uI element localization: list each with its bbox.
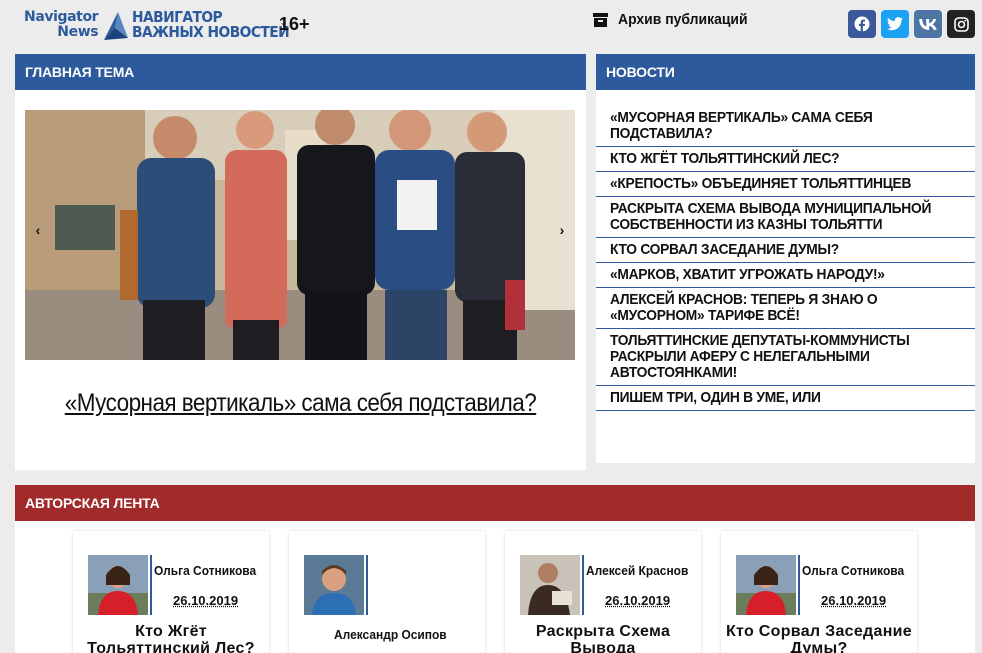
avatar-divider [150,555,152,615]
post-title: Кто Сорвал Заседание Думы? [725,623,912,653]
news-item[interactable]: КТО ЖГЁТ ТОЛЬЯТТИНСКИЙ ЛЕС? [596,147,975,172]
archive-label: Архив публикаций [618,11,748,28]
logo-en-line1: Navigator [24,9,99,25]
news-item-label: «МАРКОВ, ХВАТИТ УГРОЖАТЬ НАРОДУ!» [610,266,885,283]
news-item[interactable]: ПИШЕМ ТРИ, ОДИН В УМЕ, ИЛИ [596,386,975,411]
featured-photo [25,110,575,360]
news-item[interactable]: «МАРКОВ, ХВАТИТ УГРОЖАТЬ НАРОДУ!» [596,263,975,288]
author-card[interactable]: Алексей Краснов 26.10.2019 Раскрыта Схем… [505,531,701,653]
author-avatar [736,555,796,615]
avatar-divider [582,555,584,615]
news-item-label: РАСКРЫТА СХЕМА ВЫВОДА МУНИЦИПАЛЬНОЙ СОБС… [610,200,932,233]
avatar-divider [798,555,800,615]
news-item-label: «КРЕПОСТЬ» ОБЪЕДИНЯЕТ ТОЛЬЯТТИНЦЕВ [610,175,912,192]
instagram-icon[interactable] [947,10,975,38]
facebook-icon[interactable] [848,10,876,38]
main-topic-title-link[interactable]: «Мусорная вертикаль» сама себя подставил… [44,389,558,418]
site-header: Navigator News НАВИГАТОР ВАЖНЫХ НОВОСТЕЙ… [0,0,982,50]
main-topic-heading: ГЛАВНАЯ ТЕМА [15,54,586,90]
main-topic-panel: ГЛАВНАЯ ТЕМА ‹ › «Мусорная вертикаль» са… [15,54,586,470]
news-item-label: КТО СОРВАЛ ЗАСЕДАНИЕ ДУМЫ? [610,241,839,258]
author-avatar [88,555,148,615]
news-item[interactable]: КТО СОРВАЛ ЗАСЕДАНИЕ ДУМЫ? [596,238,975,263]
news-list: «МУСОРНАЯ ВЕРТИКАЛЬ» САМА СЕБЯ ПОДСТАВИЛ… [596,106,975,411]
logo-ru-line2: ВАЖНЫХ НОВОСТЕЙ [132,23,290,41]
vk-icon[interactable] [914,10,942,38]
post-date: 26.10.2019 [173,593,239,608]
news-item[interactable]: РАСКРЫТА СХЕМА ВЫВОДА МУНИЦИПАЛЬНОЙ СОБС… [596,197,975,238]
author-avatar [520,555,580,615]
compass-icon [104,12,129,40]
author-name: Ольга Сотникова [154,563,257,578]
logo-en-line2: News [57,24,99,40]
news-item[interactable]: «МУСОРНАЯ ВЕРТИКАЛЬ» САМА СЕБЯ ПОДСТАВИЛ… [596,106,975,147]
news-item[interactable]: ТОЛЬЯТТИНСКИЕ ДЕПУТАТЫ-КОММУНИСТЫ РАСКРЫ… [596,329,975,386]
author-name: Алексей Краснов [586,563,689,578]
news-item[interactable]: «КРЕПОСТЬ» ОБЪЕДИНЯЕТ ТОЛЬЯТТИНЦЕВ [596,172,975,197]
site-logo[interactable]: Navigator News НАВИГАТОР ВАЖНЫХ НОВОСТЕЙ [24,8,303,42]
author-avatar [304,555,364,615]
post-date: 26.10.2019 [605,593,671,608]
author-card[interactable]: Александр Осипов [289,531,485,653]
news-item-label: ПИШЕМ ТРИ, ОДИН В УМЕ, ИЛИ [610,389,821,406]
twitter-icon[interactable] [881,10,909,38]
author-card[interactable]: Ольга Сотникова 26.10.2019 Кто Жгёт Толь… [73,531,269,653]
slider-next-button[interactable]: › [552,218,572,242]
news-item-label: «МУСОРНАЯ ВЕРТИКАЛЬ» САМА СЕБЯ ПОДСТАВИЛ… [610,109,873,142]
social-links [848,10,975,38]
author-name: Ольга Сотникова [802,563,905,578]
archive-link[interactable]: Архив публикаций [593,11,757,28]
news-heading: НОВОСТИ [596,54,975,90]
news-item-label: ТОЛЬЯТТИНСКИЕ ДЕПУТАТЫ-КОММУНИСТЫ РАСКРЫ… [610,332,910,381]
news-item-label: КТО ЖГЁТ ТОЛЬЯТТИНСКИЙ ЛЕС? [610,150,840,167]
age-rating: 16+ [279,14,310,34]
news-item-label: АЛЕКСЕЙ КРАСНОВ: ТЕПЕРЬ Я ЗНАЮ О «МУСОРН… [610,291,878,324]
post-title: Раскрыта Схема Вывода [535,623,671,653]
archive-icon [593,12,608,27]
author-card[interactable]: Ольга Сотникова 26.10.2019 Кто Сорвал За… [721,531,917,653]
logo-english-text: Navigator News [24,9,99,40]
news-item[interactable]: АЛЕКСЕЙ КРАСНОВ: ТЕПЕРЬ Я ЗНАЮ О «МУСОРН… [596,288,975,329]
author-feed-panel: АВТОРСКАЯ ЛЕНТА Ольга Сотникова 26.10.20… [15,485,975,653]
author-cards: Ольга Сотникова 26.10.2019 Кто Жгёт Толь… [73,531,917,653]
logo-russian-text: НАВИГАТОР ВАЖНЫХ НОВОСТЕЙ [132,10,290,41]
author-name: Александр Осипов [334,627,447,642]
avatar-divider [366,555,368,615]
news-panel: НОВОСТИ «МУСОРНАЯ ВЕРТИКАЛЬ» САМА СЕБЯ П… [596,54,975,463]
author-feed-heading: АВТОРСКАЯ ЛЕНТА [15,485,975,521]
featured-photo-slider[interactable]: ‹ › [25,110,575,360]
slider-prev-button[interactable]: ‹ [28,218,48,242]
post-title: Кто Жгёт Тольяттинский Лес? [87,623,255,653]
post-date: 26.10.2019 [821,593,887,608]
